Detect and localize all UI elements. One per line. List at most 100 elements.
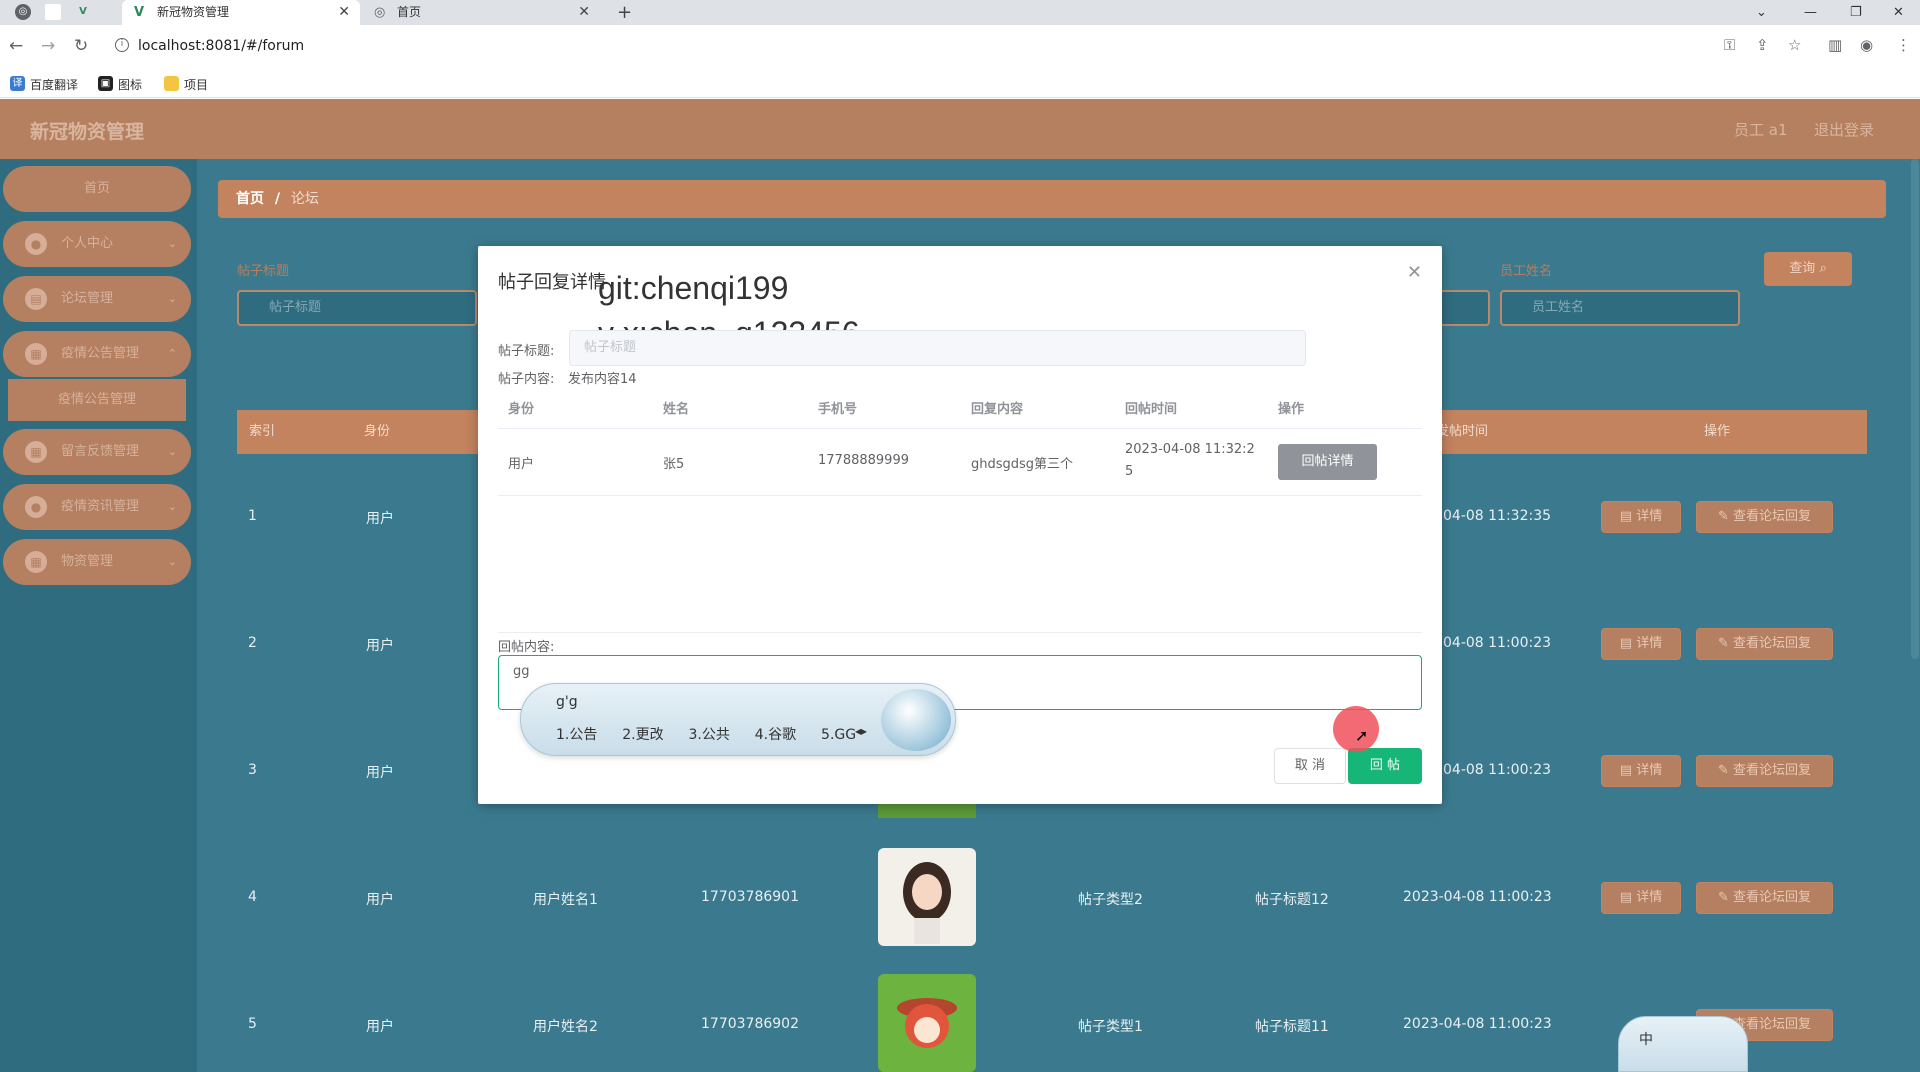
- bookmark-label: 百度翻译: [30, 78, 79, 92]
- button-label: 查看论坛回复: [1733, 890, 1812, 905]
- reply-content-value: gg: [513, 664, 530, 679]
- tab-app[interactable]: V 新冠物资管理 ✕: [122, 0, 360, 25]
- sidebar-item-forum[interactable]: ▤ 论坛管理 ⌄: [3, 276, 191, 322]
- view-reply-button[interactable]: ✎ 查看论坛回复: [1696, 755, 1833, 787]
- current-user: 员工 a1: [1734, 121, 1788, 139]
- title-filter-input[interactable]: 帖子标题: [237, 290, 477, 326]
- view-reply-button[interactable]: ✎ 查看论坛回复: [1696, 882, 1833, 914]
- tab-label: 新冠物资管理: [157, 5, 230, 19]
- cell-time: 04-08 11:00:23: [1443, 635, 1552, 651]
- cell-index: 1: [248, 508, 257, 524]
- scrollbar-thumb[interactable]: [1911, 159, 1919, 659]
- sidepanel-icon[interactable]: ▥: [1828, 36, 1842, 54]
- col-actions: 操作: [1703, 424, 1730, 439]
- search-icon: ⌕: [1819, 261, 1827, 276]
- query-button[interactable]: 查询 ⌕: [1764, 252, 1852, 286]
- new-tab-icon[interactable]: +: [617, 0, 632, 25]
- detail-button[interactable]: ▤ 详情: [1601, 501, 1681, 533]
- window-close-icon[interactable]: ✕: [1893, 0, 1904, 25]
- edit-icon: ✎: [1717, 763, 1733, 778]
- sidebar-item-feedback[interactable]: ▦ 留言反馈管理 ⌄: [3, 429, 191, 475]
- button-label: 详情: [1636, 509, 1663, 524]
- scrollbar[interactable]: [1910, 159, 1920, 1072]
- key-icon[interactable]: ⚿: [1724, 36, 1735, 54]
- cell-identity: 用户: [366, 892, 394, 908]
- button-label: 查看论坛回复: [1733, 763, 1812, 778]
- pointer-icon: ➚: [1355, 726, 1369, 745]
- close-icon[interactable]: ✕: [578, 0, 590, 25]
- sidebar: 首页 ● 个人中心 ⌄ ▤ 论坛管理 ⌄ ▦ 疫情公告管理 ⌃ ▦ 留言反馈管理 ⌄ ● 疫情资讯…: [0, 159, 197, 1072]
- translate-icon: 译: [10, 76, 25, 91]
- post-title-label: 帖子标题:: [498, 344, 555, 359]
- detail-button[interactable]: ▤ 详情: [1601, 628, 1681, 660]
- button-label: 详情: [1636, 890, 1663, 905]
- detail-button[interactable]: ▤ 详情: [1601, 882, 1681, 914]
- more-icon[interactable]: ⋮: [1896, 36, 1911, 54]
- url-text[interactable]: localhost:8081/#/forum: [138, 38, 304, 54]
- button-label: 详情: [1636, 763, 1663, 778]
- ime-mode[interactable]: 中: [1639, 1029, 1653, 1049]
- divider: [498, 632, 1422, 633]
- cell-type: 帖子类型2: [1078, 892, 1143, 908]
- name-filter-label: 员工姓名: [1500, 264, 1553, 279]
- close-icon[interactable]: ✕: [1407, 262, 1422, 283]
- logout-link[interactable]: 退出登录: [1814, 119, 1874, 140]
- page-arrows-icon[interactable]: ◂▸: [855, 724, 867, 738]
- cell-phone: 17788889999: [818, 453, 909, 468]
- submit-reply-button[interactable]: 回 帖: [1348, 748, 1422, 784]
- info-icon[interactable]: i: [115, 38, 129, 52]
- browser-tab-bar: ◎ V V 新冠物资管理 ✕ ◎ 首页 ✕ + ⌄ — ❐ ✕: [0, 0, 1920, 25]
- sidebar-item-profile[interactable]: ● 个人中心 ⌄: [3, 221, 191, 267]
- profile-icon[interactable]: ◉: [1860, 36, 1873, 54]
- sidebar-item-news[interactable]: ● 疫情资讯管理 ⌄: [3, 484, 191, 530]
- cell-name: 张5: [663, 457, 685, 472]
- reply-detail-button[interactable]: 回帖详情: [1278, 444, 1377, 480]
- cursor-highlight: ➚: [1333, 706, 1379, 752]
- query-label: 查询: [1789, 261, 1816, 276]
- blank-tab-icon[interactable]: [45, 4, 61, 20]
- view-reply-button[interactable]: ✎ 查看论坛回复: [1696, 501, 1833, 533]
- chevron-down-icon[interactable]: ⌄: [1756, 0, 1767, 25]
- ime-composition: g'g: [556, 694, 578, 710]
- sidebar-item-home[interactable]: 首页: [3, 166, 191, 212]
- ime-orb-icon: [881, 689, 951, 751]
- sidebar-subitem-notice[interactable]: 疫情公告管理: [8, 379, 186, 421]
- image-icon: ▣: [98, 76, 113, 91]
- bookmark-icons[interactable]: ▣ 图标: [98, 76, 142, 93]
- vue-icon[interactable]: V: [75, 4, 91, 20]
- bookmark-label: 项目: [184, 78, 209, 92]
- restore-icon[interactable]: ❐: [1850, 0, 1862, 25]
- back-icon[interactable]: ←: [9, 36, 23, 56]
- bookmark-translate[interactable]: 译百度翻译: [10, 76, 78, 93]
- share-icon[interactable]: ⇪: [1756, 36, 1769, 54]
- name-filter-input[interactable]: 员工姓名: [1500, 290, 1740, 326]
- sidebar-item-supplies[interactable]: ▦ 物资管理 ⌄: [3, 539, 191, 585]
- reload-icon[interactable]: ↻: [74, 36, 88, 56]
- star-icon[interactable]: ☆: [1788, 36, 1801, 54]
- ime-candidates[interactable]: 1.公告 2.更改 3.公共 4.谷歌 5.GG: [556, 724, 856, 744]
- post-title-input[interactable]: 帖子标题: [569, 330, 1306, 366]
- avatar: [878, 848, 976, 946]
- sidebar-item-label: 物资管理: [61, 554, 114, 569]
- cancel-button[interactable]: 取 消: [1274, 748, 1346, 784]
- forward-icon[interactable]: →: [41, 36, 55, 56]
- bookmark-project[interactable]: 项目: [164, 76, 208, 93]
- sidebar-item-notice[interactable]: ▦ 疫情公告管理 ⌃: [3, 331, 191, 377]
- cell-identity: 用户: [366, 638, 394, 654]
- tab-home[interactable]: ◎ 首页 ✕: [362, 0, 600, 25]
- url-box[interactable]: [105, 29, 1745, 65]
- col-identity: 身份: [363, 424, 390, 439]
- chevron-up-icon: ⌃: [167, 347, 177, 360]
- sidebar-item-label: 疫情资讯管理: [61, 499, 140, 514]
- ime-status-bar[interactable]: 中: [1618, 1016, 1748, 1072]
- detail-button[interactable]: ▤ 详情: [1601, 755, 1681, 787]
- sidebar-item-label: 留言反馈管理: [61, 444, 140, 459]
- chevron-down-icon: ⌄: [167, 292, 177, 305]
- cell-title: 帖子标题11: [1255, 1019, 1329, 1035]
- divider: [498, 495, 1422, 496]
- minimize-icon[interactable]: —: [1804, 0, 1817, 25]
- view-reply-button[interactable]: ✎ 查看论坛回复: [1696, 628, 1833, 660]
- globe-icon[interactable]: ◎: [15, 4, 31, 20]
- close-icon[interactable]: ✕: [338, 0, 350, 25]
- breadcrumb-home[interactable]: 首页: [236, 191, 264, 207]
